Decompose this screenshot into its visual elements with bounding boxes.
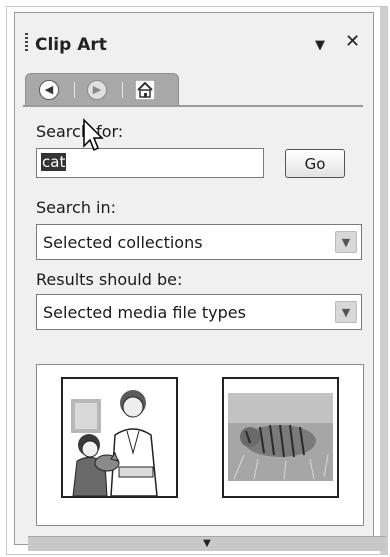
media-types-select[interactable]: Selected media file types ▼ [36,294,362,330]
home-button[interactable] [134,79,156,101]
nav-divider [23,105,363,107]
search-in-label: Search in: [36,198,117,217]
chevron-down-icon[interactable]: ▼ [335,301,357,323]
veterinarian-cat-image [63,379,176,496]
chevron-down-icon[interactable]: ▼ [335,231,357,253]
tiger-image [224,379,337,496]
nav-separator [122,82,123,98]
mouse-pointer-icon [83,118,104,152]
search-input[interactable]: cat [36,148,264,178]
forward-button[interactable]: ▶ [86,79,108,101]
results-label: Results should be: [36,270,183,289]
clipart-result-tiger-icon[interactable] [222,377,339,498]
results-scroll-down[interactable]: ▼ [28,536,386,551]
back-arrow-icon: ◀ [39,80,59,100]
go-button[interactable]: Go [285,149,345,178]
search-in-select[interactable]: Selected collections ▼ [36,224,362,260]
results-panel [36,364,364,526]
close-icon[interactable]: ✕ [345,33,360,51]
pane-title: Clip Art [35,35,107,55]
clipart-result-vet-icon[interactable] [61,377,178,498]
back-button[interactable]: ◀ [38,79,60,101]
home-icon [134,79,156,101]
forward-arrow-icon: ▶ [87,80,107,100]
pane-titlebar: Clip Art ▼ ✕ [15,13,373,61]
drag-grip-icon[interactable] [25,33,28,53]
navigation-toolbar: ◀ ▶ [25,73,179,106]
pane-menu-dropdown-icon[interactable]: ▼ [315,37,325,55]
window-edge-strip [380,7,387,554]
scroll-down-arrow-icon: ▼ [203,538,211,549]
search-in-value: Selected collections [43,233,203,252]
media-types-value: Selected media file types [43,303,246,322]
nav-separator [74,82,75,98]
search-for-label: Search for: [36,122,124,141]
search-input-value: cat [41,153,67,171]
